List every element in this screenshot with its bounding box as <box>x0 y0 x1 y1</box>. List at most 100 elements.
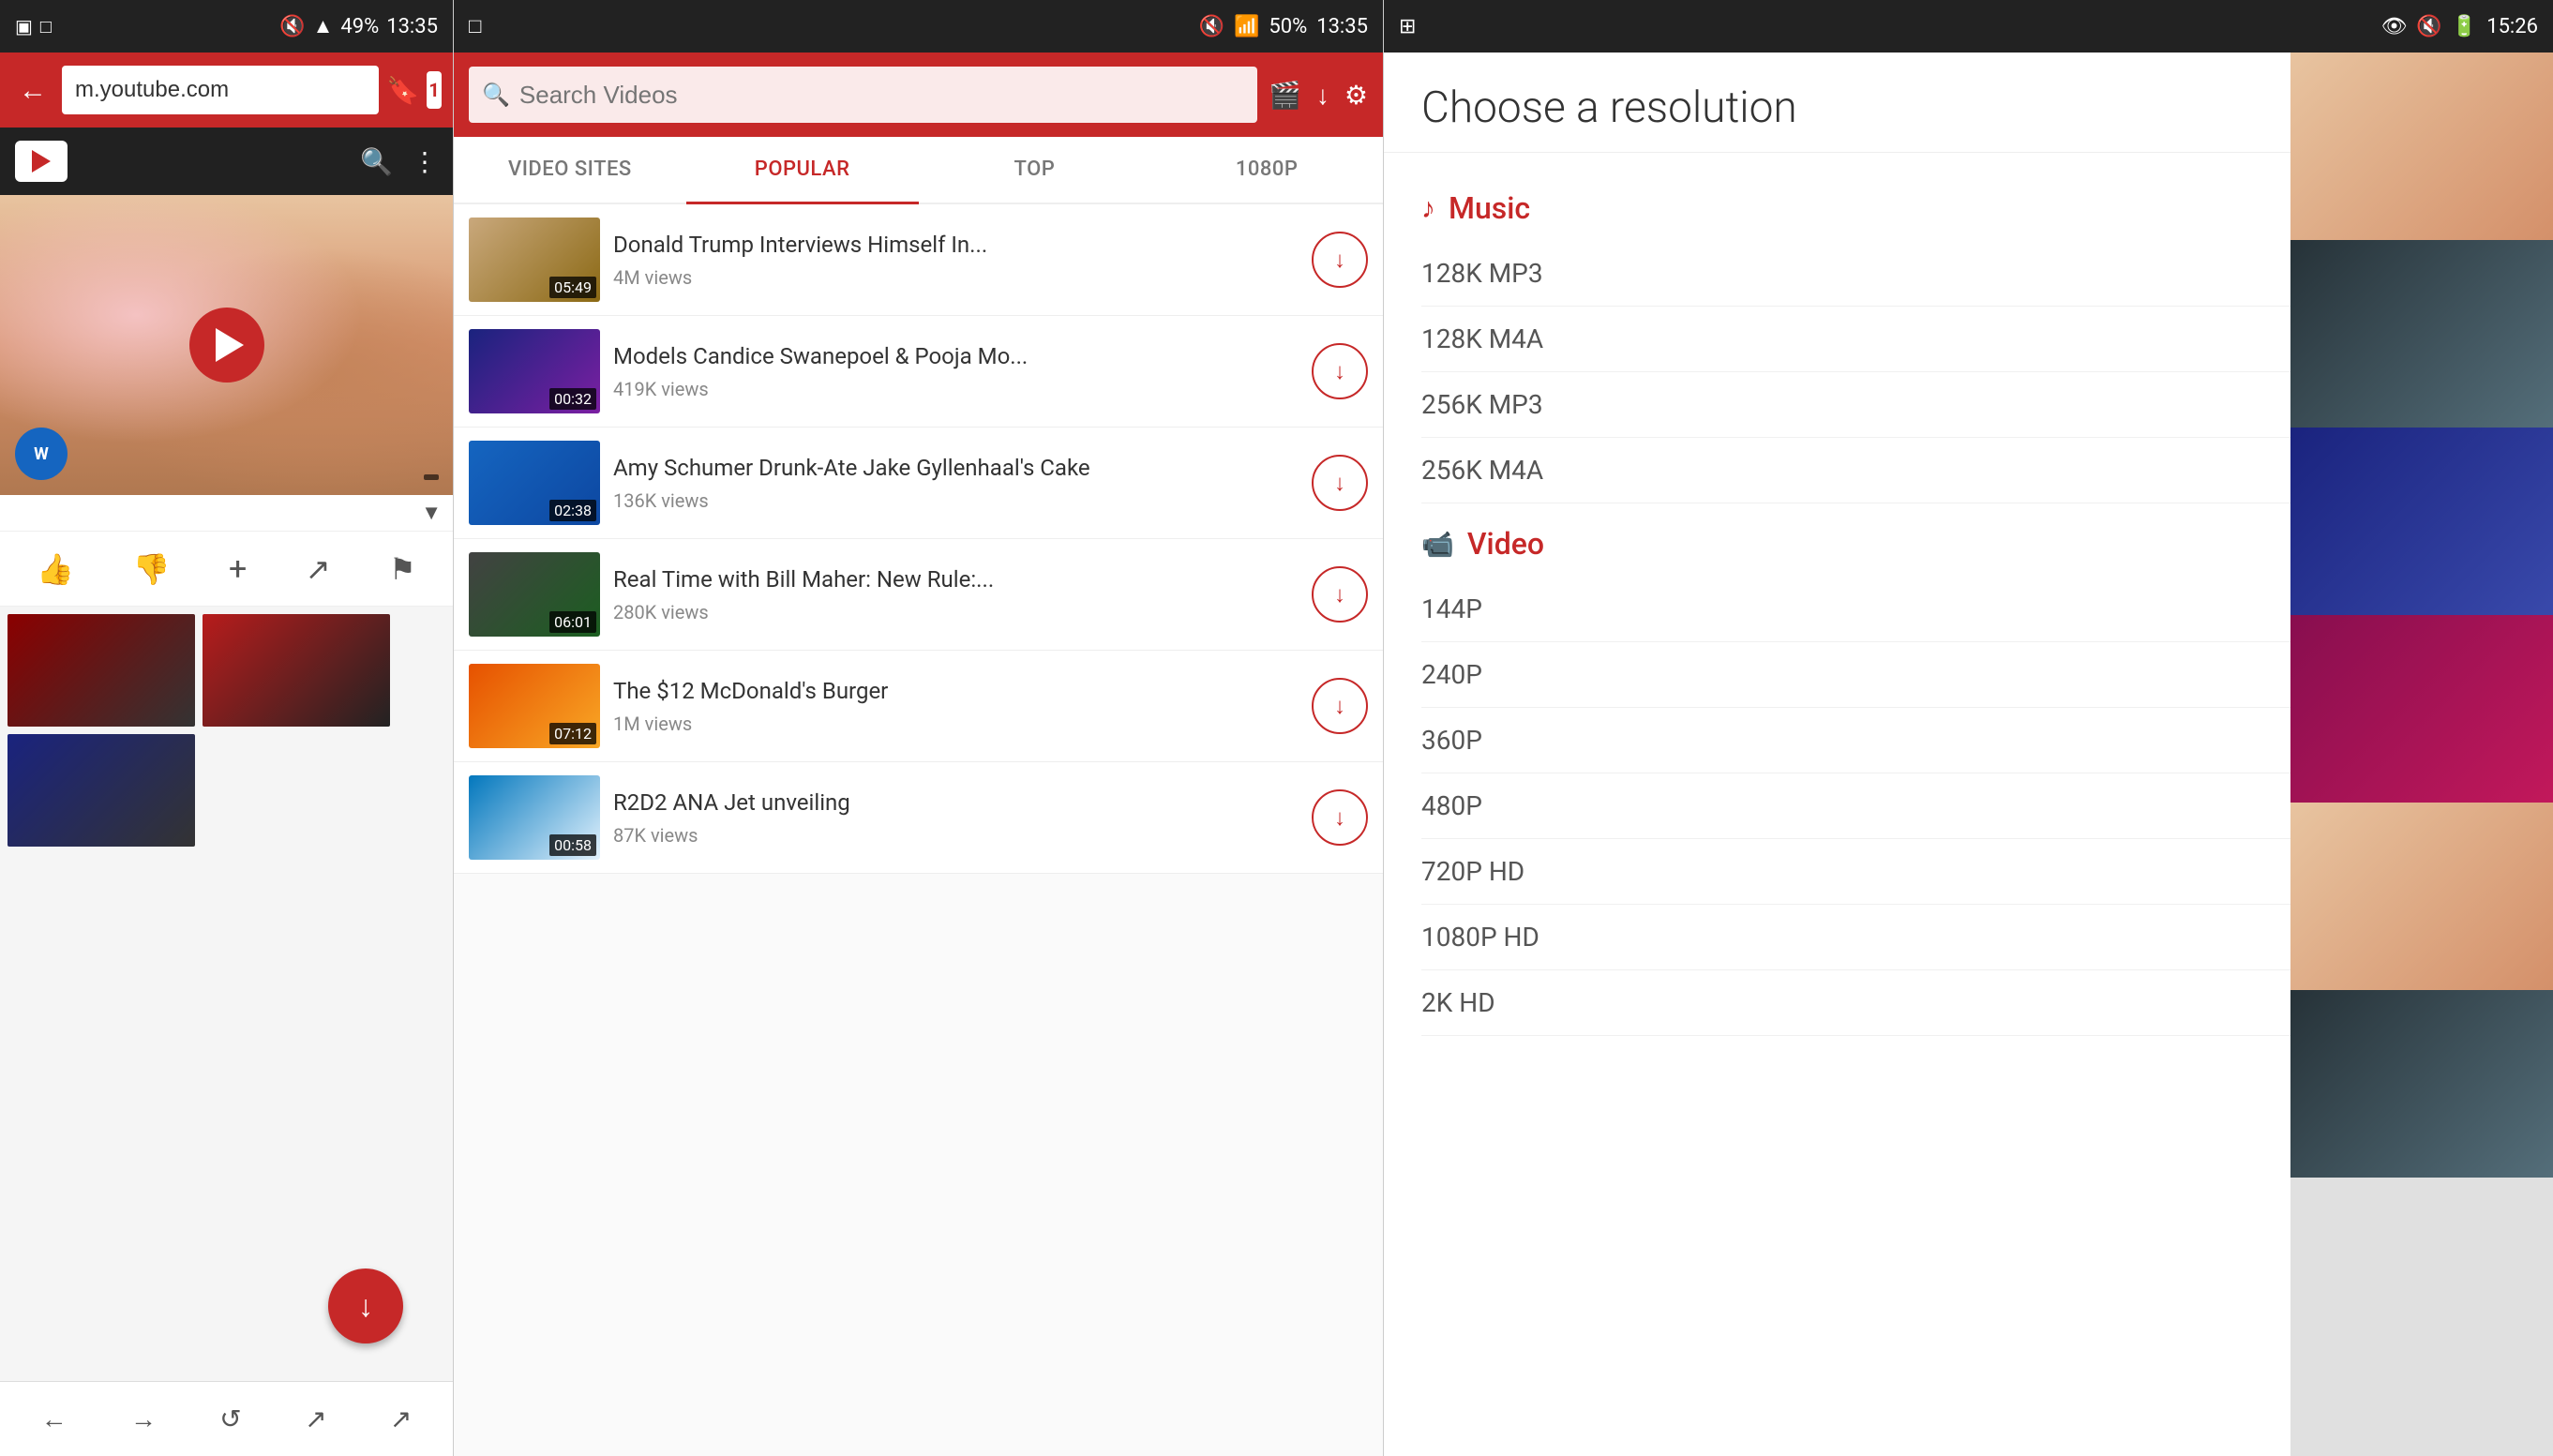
tabs-nav: VIDEO SITES POPULAR TOP 1080P <box>454 137 1383 204</box>
dislike-button[interactable]: 👎 <box>133 551 171 587</box>
signal-icon: ▲ <box>313 14 334 38</box>
related-row-1 <box>8 614 445 727</box>
share-button[interactable]: ↗ <box>306 551 331 587</box>
bookmark-button[interactable]: 🔖 <box>386 75 419 106</box>
mute-dl: 🔇 <box>1199 15 1224 38</box>
res-name-128kmp3: 128K MP3 <box>1421 258 1543 289</box>
gallery-icon[interactable]: 🎬 <box>1269 80 1301 111</box>
download-icon-6: ↓ <box>1334 804 1345 832</box>
video-quality-label <box>424 474 439 480</box>
video-label: Video <box>1467 526 1544 562</box>
tab-popular[interactable]: POPULAR <box>686 137 919 204</box>
tab-count[interactable]: 1 <box>427 71 442 109</box>
nav-share[interactable]: ↗ <box>305 1403 326 1434</box>
nav-refresh[interactable]: ↺ <box>219 1403 241 1434</box>
search-bar: 🔍 🎬 ↓ ⚙ <box>454 53 1383 137</box>
download-btn-4[interactable]: ↓ <box>1312 566 1368 623</box>
search-icon-dl: 🔍 <box>482 82 510 108</box>
flag-button[interactable]: ⚑ <box>389 551 416 587</box>
list-item[interactable]: 02:38 Amy Schumer Drunk-Ate Jake Gyllenh… <box>454 428 1383 539</box>
battery-dl: 50% <box>1269 15 1307 38</box>
video-thumbnail[interactable]: W <box>0 195 454 495</box>
url-input[interactable]: m.youtube.com <box>62 66 379 114</box>
side-thumb-6 <box>2290 990 2553 1178</box>
mute-res: 🔇 <box>2416 15 2441 38</box>
list-item[interactable]: 05:49 Donald Trump Interviews Himself In… <box>454 204 1383 316</box>
download-btn-1[interactable]: ↓ <box>1312 232 1368 288</box>
downloader-panel: □ 🔇 📶 50% 13:35 🔍 🎬 ↓ ⚙ VIDEO SITES POPU… <box>454 0 1384 1456</box>
side-thumb-4 <box>2290 615 2553 803</box>
video-thumb-4: 06:01 <box>469 552 600 637</box>
duration-1: 05:49 <box>549 277 596 298</box>
video-title-1: Donald Trump Interviews Himself In... <box>613 231 1299 260</box>
downloads-icon[interactable]: ↓ <box>1316 80 1329 111</box>
expand-icon[interactable]: ▼ <box>421 501 442 525</box>
status-bar-dl: □ 🔇 📶 50% 13:35 <box>454 0 1383 53</box>
list-item[interactable]: 06:01 Real Time with Bill Maher: New Rul… <box>454 539 1383 651</box>
battery-p1: 49% <box>340 15 379 38</box>
nav-back[interactable]: ← <box>41 1403 68 1434</box>
window-icon: □ <box>40 15 52 38</box>
android-icon-dl: □ <box>469 15 481 38</box>
list-item[interactable]: 00:58 R2D2 ANA Jet unveiling 87K views ↓ <box>454 762 1383 874</box>
download-btn-6[interactable]: ↓ <box>1312 789 1368 846</box>
duration-4: 06:01 <box>549 611 596 633</box>
video-info-2: Models Candice Swanepoel & Pooja Mo... 4… <box>613 342 1299 399</box>
yt-play-icon <box>32 150 51 173</box>
bottom-nav: ← → ↺ ↗ ↗ <box>0 1381 453 1456</box>
dl-toolbar-icons: 🎬 ↓ ⚙ <box>1269 80 1368 111</box>
time-dl: 13:35 <box>1316 15 1368 38</box>
nav-forward[interactable]: → <box>130 1403 157 1434</box>
video-title-2: Models Candice Swanepoel & Pooja Mo... <box>613 342 1299 371</box>
video-views-6: 87K views <box>613 824 1299 847</box>
play-button[interactable] <box>189 308 264 383</box>
download-icon-5: ↓ <box>1334 693 1345 720</box>
download-btn-5[interactable]: ↓ <box>1312 678 1368 734</box>
download-icon-4: ↓ <box>1334 581 1345 608</box>
eye-icon: 👁 <box>2380 15 2407 38</box>
like-button[interactable]: 👍 <box>37 551 74 587</box>
time-p1: 13:35 <box>386 15 438 38</box>
status-dl-right: 🔇 📶 50% 13:35 <box>1199 15 1368 38</box>
nav-share2[interactable]: ↗ <box>390 1403 412 1434</box>
video-views-2: 419K views <box>613 378 1299 400</box>
add-button[interactable]: + <box>229 550 247 588</box>
download-btn-3[interactable]: ↓ <box>1312 455 1368 511</box>
music-icon: ♪ <box>1421 192 1435 225</box>
list-item[interactable]: 07:12 The $12 McDonald's Burger 1M views… <box>454 651 1383 762</box>
back-button[interactable]: ← <box>11 70 54 111</box>
res-name-480p: 480P <box>1421 790 1482 821</box>
res-icon: ⊞ <box>1399 15 1416 38</box>
related-thumb-2[interactable] <box>203 614 390 727</box>
side-thumbnails <box>2290 53 2553 1456</box>
more-icon[interactable]: ⋮ <box>412 146 438 177</box>
tab-1080p[interactable]: 1080P <box>1150 137 1383 204</box>
tab-video-sites[interactable]: VIDEO SITES <box>454 137 686 204</box>
status-dl-left: □ <box>469 14 481 38</box>
search-icon[interactable]: 🔍 <box>360 146 393 177</box>
warner-badge: W <box>15 428 68 480</box>
related-row-2 <box>8 734 445 847</box>
video-info-6: R2D2 ANA Jet unveiling 87K views <box>613 788 1299 846</box>
related-thumb-3[interactable] <box>8 734 195 847</box>
download-icon-3: ↓ <box>1334 470 1345 497</box>
search-input[interactable] <box>519 81 1244 110</box>
fab-download-button[interactable]: ↓ <box>328 1268 403 1343</box>
settings-icon[interactable]: ⚙ <box>1344 80 1368 111</box>
mute-icon: 🔇 <box>279 15 305 38</box>
side-thumb-2 <box>2290 240 2553 428</box>
download-btn-2[interactable]: ↓ <box>1312 343 1368 399</box>
res-name-256kmp3: 256K MP3 <box>1421 389 1543 420</box>
side-thumb-5 <box>2290 803 2553 990</box>
tab-top[interactable]: TOP <box>919 137 1151 204</box>
res-name-240p: 240P <box>1421 659 1482 690</box>
list-item[interactable]: 00:32 Models Candice Swanepoel & Pooja M… <box>454 316 1383 428</box>
browser-panel: ▣ □ 🔇 ▲ 49% 13:35 ← m.youtube.com 🔖 1 🔍 … <box>0 0 454 1456</box>
video-thumb-6: 00:58 <box>469 775 600 860</box>
related-thumb-1[interactable] <box>8 614 195 727</box>
related-section <box>0 607 453 1381</box>
fab-download-icon: ↓ <box>358 1288 373 1324</box>
status-res-right: 👁 🔇 🔋 15:26 <box>2380 15 2538 38</box>
search-input-wrap: 🔍 <box>469 67 1257 123</box>
res-name-720p: 720P HD <box>1421 856 1524 887</box>
